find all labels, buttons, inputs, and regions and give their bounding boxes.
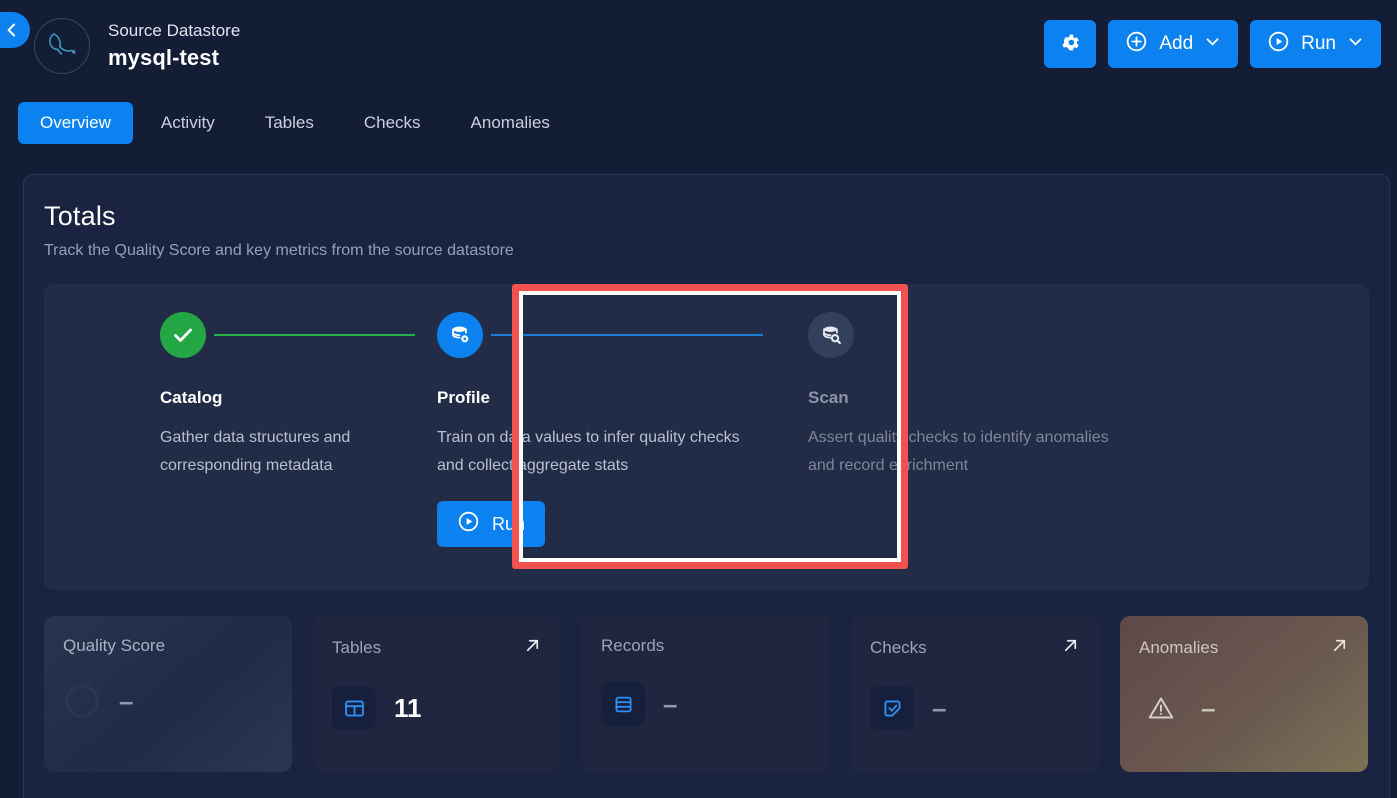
metric-cards: Quality Score – Tables 11 Records – Chec… xyxy=(44,616,1369,772)
play-circle-icon xyxy=(1267,30,1290,59)
gear-icon xyxy=(1060,32,1081,56)
main-tabs: Overview Activity Tables Checks Anomalie… xyxy=(0,92,1397,154)
plus-circle-icon xyxy=(1125,30,1148,59)
card-records-label: Records xyxy=(601,636,665,655)
card-records-body: – xyxy=(601,682,811,726)
arrow-up-right-icon[interactable] xyxy=(1061,636,1080,660)
add-button[interactable]: Add xyxy=(1108,20,1239,68)
tab-tables[interactable]: Tables xyxy=(243,102,336,144)
step-scan[interactable]: Scan Assert quality checks to identify a… xyxy=(789,312,1169,590)
step-catalog-description: Gather data structures and corresponding… xyxy=(160,429,351,474)
step-catalog-name: Catalog xyxy=(160,388,223,407)
step-scan-description: Assert quality checks to identify anomal… xyxy=(808,429,1109,474)
workflow-steps-wrap: Catalog Gather data structures and corre… xyxy=(44,284,1369,590)
page-header: Source Datastore mysql-test Add Run xyxy=(0,0,1397,92)
card-quality-score-label: Quality Score xyxy=(63,636,166,655)
section-title: Totals xyxy=(44,201,116,231)
card-checks-head: Checks xyxy=(870,636,1080,660)
tab-activity[interactable]: Activity xyxy=(139,102,237,144)
arrow-up-right-icon[interactable] xyxy=(1330,636,1349,660)
card-records[interactable]: Records – xyxy=(582,616,830,772)
step-profile[interactable]: Profile Train on data values to infer qu… xyxy=(415,312,789,590)
add-button-label: Add xyxy=(1159,33,1194,54)
chevron-left-icon xyxy=(4,22,20,38)
card-records-value: – xyxy=(663,688,678,719)
card-anomalies-value: – xyxy=(1201,692,1216,723)
totals-panel: Totals Track the Quality Score and key m… xyxy=(23,174,1390,798)
chevron-down-icon xyxy=(1204,33,1221,56)
datastore-kicker: Source Datastore xyxy=(108,20,241,40)
table-grid-icon xyxy=(332,686,376,730)
card-quality-score-value: – xyxy=(119,685,134,716)
step-profile-name: Profile xyxy=(437,388,490,407)
workflow-steps: Catalog Gather data structures and corre… xyxy=(44,284,1369,590)
run-button-label: Run xyxy=(1301,33,1336,54)
chevron-down-icon xyxy=(1347,33,1364,56)
run-button[interactable]: Run xyxy=(1250,20,1381,68)
ring-gauge-icon xyxy=(65,684,99,718)
tab-overview[interactable]: Overview xyxy=(18,102,133,144)
step-catalog-head xyxy=(160,312,415,358)
back-button[interactable] xyxy=(0,12,30,48)
tab-anomalies[interactable]: Anomalies xyxy=(449,102,572,144)
step-catalog[interactable]: Catalog Gather data structures and corre… xyxy=(44,312,415,590)
check-square-icon xyxy=(870,686,914,730)
warning-triangle-icon xyxy=(1139,686,1183,730)
card-anomalies-label: Anomalies xyxy=(1139,638,1219,657)
card-checks-label: Checks xyxy=(870,638,927,657)
database-profile-icon xyxy=(437,312,483,358)
header-actions: Add Run xyxy=(1044,20,1381,68)
card-tables-head: Tables xyxy=(332,636,542,660)
card-tables[interactable]: Tables 11 xyxy=(313,616,561,772)
step-scan-name: Scan xyxy=(808,388,849,407)
card-anomalies-head: Anomalies xyxy=(1139,636,1349,660)
card-records-head: Records xyxy=(601,636,811,656)
card-anomalies-body: – xyxy=(1139,686,1349,730)
card-quality-score[interactable]: Quality Score – xyxy=(44,616,292,772)
step-profile-description: Train on data values to infer quality ch… xyxy=(437,429,740,474)
card-checks-body: – xyxy=(870,686,1080,730)
card-checks[interactable]: Checks – xyxy=(851,616,1099,772)
arrow-up-right-icon[interactable] xyxy=(523,636,542,660)
settings-button[interactable] xyxy=(1044,20,1097,68)
tab-checks[interactable]: Checks xyxy=(342,102,443,144)
step-connector-profile xyxy=(491,334,763,336)
mysql-dolphin-icon xyxy=(34,18,90,74)
check-icon xyxy=(160,312,206,358)
card-checks-value: – xyxy=(932,692,947,723)
step-profile-run-button[interactable]: Run xyxy=(437,501,546,547)
step-scan-head xyxy=(808,312,1169,358)
database-search-icon xyxy=(808,312,854,358)
card-tables-value: 11 xyxy=(394,692,422,723)
page-title: mysql-test xyxy=(108,44,220,70)
step-profile-run-label: Run xyxy=(492,513,526,534)
datastore-identity: Source Datastore mysql-test xyxy=(108,20,240,73)
section-subtitle: Track the Quality Score and key metrics … xyxy=(44,242,514,259)
card-tables-body: 11 xyxy=(332,686,542,730)
play-circle-icon xyxy=(457,510,480,538)
step-connector-catalog xyxy=(214,334,415,336)
records-rows-icon xyxy=(601,682,645,726)
card-tables-label: Tables xyxy=(332,638,382,657)
card-quality-score-body: – xyxy=(63,682,273,720)
step-profile-head xyxy=(437,312,789,358)
card-quality-score-head: Quality Score xyxy=(63,636,273,656)
card-anomalies[interactable]: Anomalies – xyxy=(1120,616,1368,772)
